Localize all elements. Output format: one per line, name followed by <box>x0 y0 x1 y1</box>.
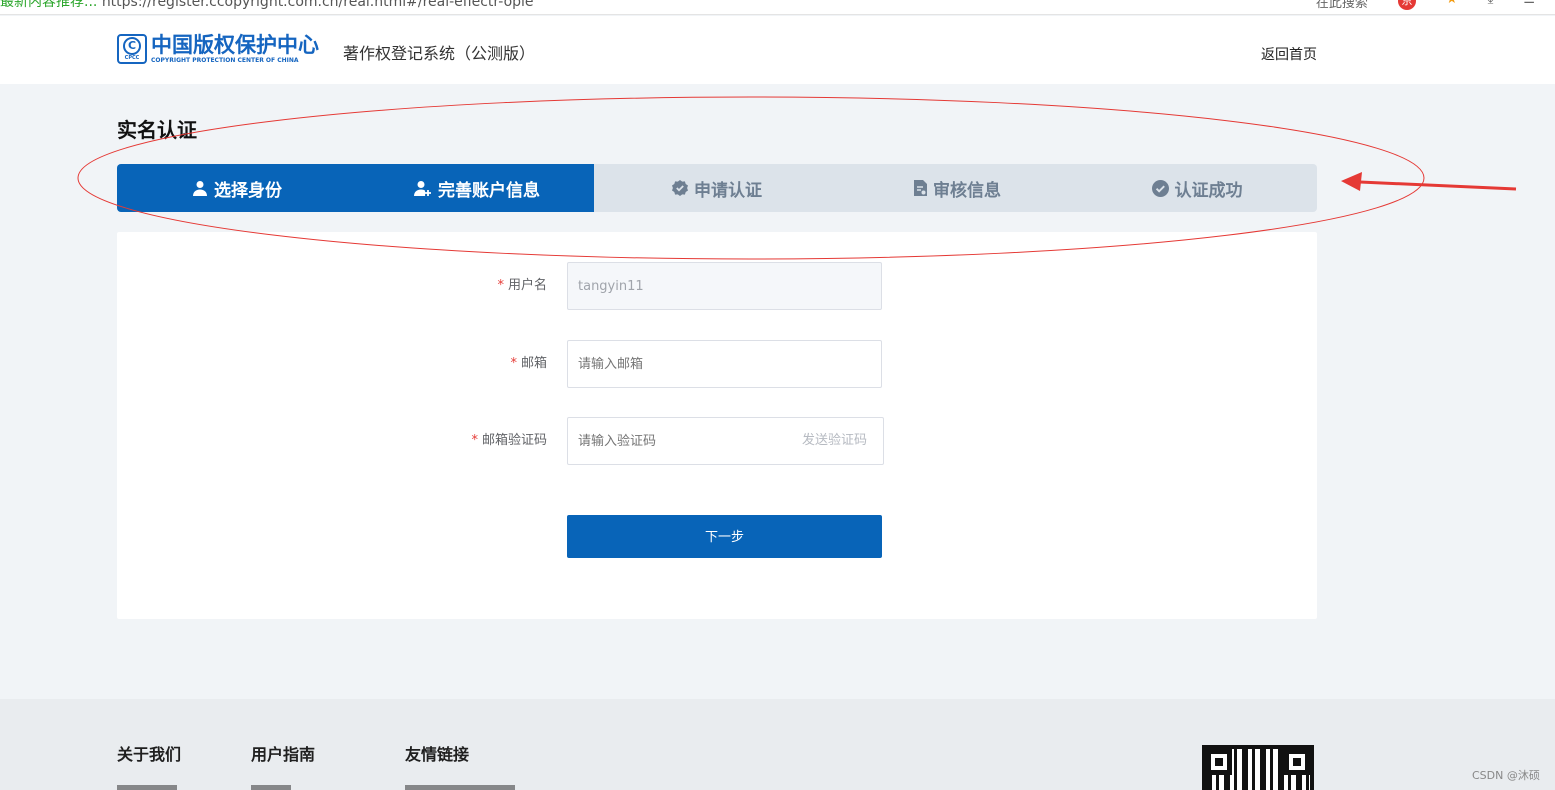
site-footer: 关于我们 用户指南 友情链接 <box>0 699 1555 790</box>
code-label: * 邮箱验证码 <box>471 433 547 448</box>
step-label: 审核信息 <box>933 180 1001 201</box>
step-apply-auth: 申请认证 <box>597 164 837 212</box>
system-title: 著作权登记系统（公测版） <box>343 44 536 63</box>
copyright-icon: C CPCC <box>117 33 147 64</box>
download-icon[interactable]: ⤓ <box>1488 0 1494 11</box>
step-label: 完善账户信息 <box>438 180 540 201</box>
home-link[interactable]: 返回首页 <box>1261 44 1317 64</box>
next-step-button[interactable]: 下一步 <box>567 515 882 558</box>
browser-toolbar: 在此搜索 京 ★ ⤓ ☰ <box>1316 0 1535 11</box>
page-title: 实名认证 <box>117 118 197 142</box>
step-select-identity: 选择身份 <box>117 164 357 212</box>
steps-bar: 选择身份 完善账户信息 申请认证 审核信息 认证成功 <box>117 164 1317 212</box>
annotation-arrow-shaft <box>1359 180 1517 191</box>
footer-guide[interactable]: 用户指南 <box>251 741 315 765</box>
browser-url[interactable]: 最新内容推荐... https://register.ccopyright.co… <box>0 0 534 11</box>
extension-icon[interactable]: 京 <box>1397 0 1416 10</box>
code-input-wrapper: 发送验证码 <box>567 417 884 465</box>
browser-search-hint[interactable]: 在此搜索 <box>1316 0 1368 11</box>
step-complete-account: 完善账户信息 <box>357 164 597 212</box>
email-input[interactable] <box>567 340 882 388</box>
logo-name-cn: 中国版权保护中心 <box>151 33 319 57</box>
annotation-arrow-head <box>1341 172 1362 191</box>
csdn-watermark: CSDN @沐硕 <box>1472 769 1540 782</box>
email-row: * 邮箱 <box>117 340 1317 388</box>
footer-links[interactable]: 友情链接 <box>405 741 469 765</box>
cpcc-logo[interactable]: C CPCC 中国版权保护中心 COPYRIGHT PROTECTION CEN… <box>117 33 319 64</box>
document-icon <box>913 180 927 196</box>
menu-icon[interactable]: ☰ <box>1523 0 1535 11</box>
step-label: 认证成功 <box>1174 180 1243 201</box>
code-input[interactable] <box>568 418 768 464</box>
user-add-icon <box>414 180 432 196</box>
footer-about[interactable]: 关于我们 <box>117 741 181 765</box>
badge-check-icon <box>672 180 688 196</box>
step-review-info: 审核信息 <box>837 164 1077 212</box>
footer-guide-sub <box>251 785 291 790</box>
send-code-button[interactable]: 发送验证码 <box>802 418 867 464</box>
step-auth-success: 认证成功 <box>1077 164 1317 212</box>
step-label: 申请认证 <box>694 180 762 201</box>
logo-name-en: COPYRIGHT PROTECTION CENTER OF CHINA <box>151 57 299 64</box>
bookmark-icon[interactable]: ★ <box>1446 0 1458 11</box>
account-form-card: *用户名 *邮箱 *邮箱验证码 发送验证码 下一步 <box>117 232 1317 619</box>
username-row: * 用户名 <box>117 262 1317 310</box>
qr-code-icon <box>1202 745 1314 790</box>
code-row: *邮箱验证码 发送验证码 <box>117 417 1317 465</box>
step-label: 选择身份 <box>214 180 282 201</box>
user-icon <box>192 180 208 196</box>
footer-about-sub <box>117 785 177 790</box>
browser-address-bar[interactable]: 最新内容推荐... https://register.ccopyright.co… <box>0 0 1555 15</box>
username-label: * 用户名 <box>497 278 547 293</box>
circle-check-icon <box>1151 179 1169 197</box>
username-input[interactable] <box>567 262 882 310</box>
email-label: * 邮箱 <box>510 356 547 371</box>
site-header: C CPCC 中国版权保护中心 COPYRIGHT PROTECTION CEN… <box>0 16 1555 84</box>
footer-links-sub <box>405 785 515 790</box>
